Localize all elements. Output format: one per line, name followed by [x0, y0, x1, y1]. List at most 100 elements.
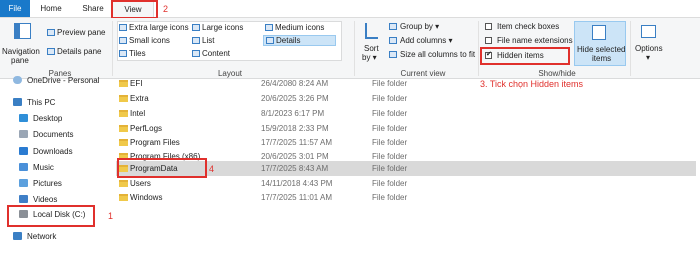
- large-icons-icon: [192, 24, 200, 31]
- folder-icon: [119, 180, 128, 187]
- details-option[interactable]: Details: [263, 35, 336, 46]
- tab-share[interactable]: Share: [78, 0, 108, 17]
- tab-home[interactable]: Home: [36, 0, 66, 17]
- file-date: 20/6/2025 3:26 PM: [261, 94, 329, 103]
- sidebar-item-label: Documents: [33, 130, 74, 139]
- sidebar-item-onedrive[interactable]: OneDrive - Personal: [13, 74, 99, 88]
- file-name: Extra: [130, 94, 149, 103]
- extra-large-icons-icon: [119, 24, 127, 31]
- sidebar-item-downloads[interactable]: Downloads: [19, 145, 73, 159]
- preview-pane-label: Preview pane: [57, 28, 106, 37]
- content-option[interactable]: Content: [192, 49, 242, 59]
- folder-icon: [119, 110, 128, 117]
- file-type: File folder: [372, 124, 408, 133]
- chevron-down-icon: ▾: [448, 36, 453, 45]
- cloud-icon: [13, 76, 22, 84]
- annotation-box-programdata: [117, 158, 207, 178]
- tab-file[interactable]: File: [0, 0, 30, 17]
- file-row[interactable]: Windows 17/7/2025 11:01 AM File folder: [116, 190, 696, 205]
- medium-icons-option[interactable]: Medium icons: [265, 23, 330, 33]
- file-name-extensions-option[interactable]: File name extensions: [485, 36, 575, 46]
- sort-by-button[interactable]: Sort by ▾: [359, 21, 385, 65]
- file-type: File folder: [372, 109, 408, 118]
- large-icons-label: Large icons: [202, 23, 244, 32]
- folder-icon: [119, 139, 128, 146]
- sidebar-item-pictures[interactable]: Pictures: [19, 177, 62, 191]
- large-icons-option[interactable]: Large icons: [192, 23, 252, 33]
- file-name: Windows: [130, 193, 163, 202]
- file-row[interactable]: Program Files 17/7/2025 11:57 AM File fold…: [116, 135, 696, 150]
- ribbon-separator: [630, 21, 631, 76]
- preview-pane-button[interactable]: Preview pane: [47, 28, 106, 38]
- sidebar-item-network[interactable]: Network: [13, 230, 56, 244]
- chevron-down-icon: ▾: [646, 53, 651, 62]
- file-row[interactable]: PerfLogs 15/9/2018 2:33 PM File folder: [116, 121, 696, 136]
- ribbon: Navigation pane Preview pane Details pan…: [0, 18, 700, 79]
- documents-icon: [19, 130, 28, 138]
- annotation-box-hidden-items: [480, 47, 570, 65]
- details-pane-label: Details pane: [57, 47, 102, 56]
- file-row[interactable]: Users 14/11/2018 4:43 PM File folder: [116, 176, 696, 191]
- network-icon: [13, 232, 22, 240]
- desktop-icon: [19, 114, 28, 122]
- sort-icon: [365, 23, 378, 39]
- annotation-box-local-disk: [7, 205, 95, 227]
- group-by-icon: [389, 23, 397, 30]
- medium-icons-label: Medium icons: [275, 23, 325, 32]
- item-check-boxes-option[interactable]: Item check boxes: [485, 22, 565, 32]
- sidebar-item-label: Network: [27, 232, 57, 241]
- ribbon-separator: [478, 21, 479, 76]
- chevron-down-icon: ▾: [435, 22, 440, 31]
- content-label: Content: [202, 49, 231, 58]
- sidebar-item-label: Music: [33, 163, 54, 172]
- sidebar-item-documents[interactable]: Documents: [19, 128, 73, 142]
- file-type: File folder: [372, 179, 408, 188]
- file-date: 15/9/2018 2:33 PM: [261, 124, 329, 133]
- group-by-button[interactable]: Group by ▾: [389, 22, 459, 32]
- file-date: 17/7/2025 11:01 AM: [261, 193, 333, 202]
- extra-large-icons-label: Extra large icons: [129, 23, 189, 32]
- sort-by-label-2: by ▾: [362, 53, 377, 62]
- sidebar-item-this-pc[interactable]: This PC: [13, 96, 55, 110]
- annotation-step-4: 4: [209, 164, 215, 174]
- small-icons-option[interactable]: Small icons: [119, 36, 179, 46]
- group-by-label: Group by: [400, 22, 433, 31]
- file-type: File folder: [372, 138, 408, 147]
- size-all-columns-button[interactable]: Size all columns to fit: [389, 50, 477, 60]
- navigation-pane-label-2: pane: [11, 56, 29, 65]
- list-option[interactable]: List: [192, 36, 232, 46]
- options-button[interactable]: Options ▾: [632, 21, 666, 65]
- navigation-pane-button[interactable]: Navigation pane: [2, 21, 44, 65]
- file-row[interactable]: EFI 26/4/2080 8:24 AM File folder: [116, 76, 696, 91]
- add-columns-label: Add columns: [400, 36, 447, 45]
- preview-pane-icon: [47, 29, 55, 36]
- ribbon-tab-bar: File Home Share View: [0, 0, 700, 18]
- add-columns-icon: [389, 37, 397, 44]
- details-pane-icon: [47, 48, 55, 55]
- file-name-extensions-checkbox[interactable]: [485, 37, 492, 44]
- annotation-step-1: 1: [108, 211, 114, 221]
- file-row[interactable]: Extra 20/6/2025 3:26 PM File folder: [116, 91, 696, 106]
- file-date: 26/4/2080 8:24 AM: [261, 79, 329, 88]
- tiles-option[interactable]: Tiles: [119, 49, 159, 59]
- add-columns-button[interactable]: Add columns ▾: [389, 36, 459, 46]
- details-pane-button[interactable]: Details pane: [47, 47, 103, 57]
- hide-selected-items-button[interactable]: Hide selected items: [574, 21, 626, 66]
- file-name: PerfLogs: [130, 124, 163, 133]
- folder-icon: [119, 194, 128, 201]
- file-date: 17/7/2025 11:57 AM: [261, 138, 333, 147]
- sidebar-item-desktop[interactable]: Desktop: [19, 112, 62, 126]
- file-date: 14/11/2018 4:43 PM: [261, 179, 333, 188]
- sidebar-item-label: This PC: [27, 98, 56, 107]
- medium-icons-icon: [265, 24, 273, 31]
- sidebar-item-label: Videos: [33, 195, 58, 204]
- pictures-icon: [19, 179, 28, 187]
- videos-icon: [19, 195, 28, 203]
- extra-large-icons-option[interactable]: Extra large icons: [119, 23, 189, 33]
- tiles-icon: [119, 50, 127, 57]
- sidebar-item-label: Downloads: [33, 147, 73, 156]
- item-check-boxes-checkbox[interactable]: [485, 23, 492, 30]
- tiles-label: Tiles: [129, 49, 146, 58]
- file-row[interactable]: Intel 8/1/2023 6:17 PM File folder: [116, 106, 696, 121]
- sidebar-item-music[interactable]: Music: [19, 161, 54, 175]
